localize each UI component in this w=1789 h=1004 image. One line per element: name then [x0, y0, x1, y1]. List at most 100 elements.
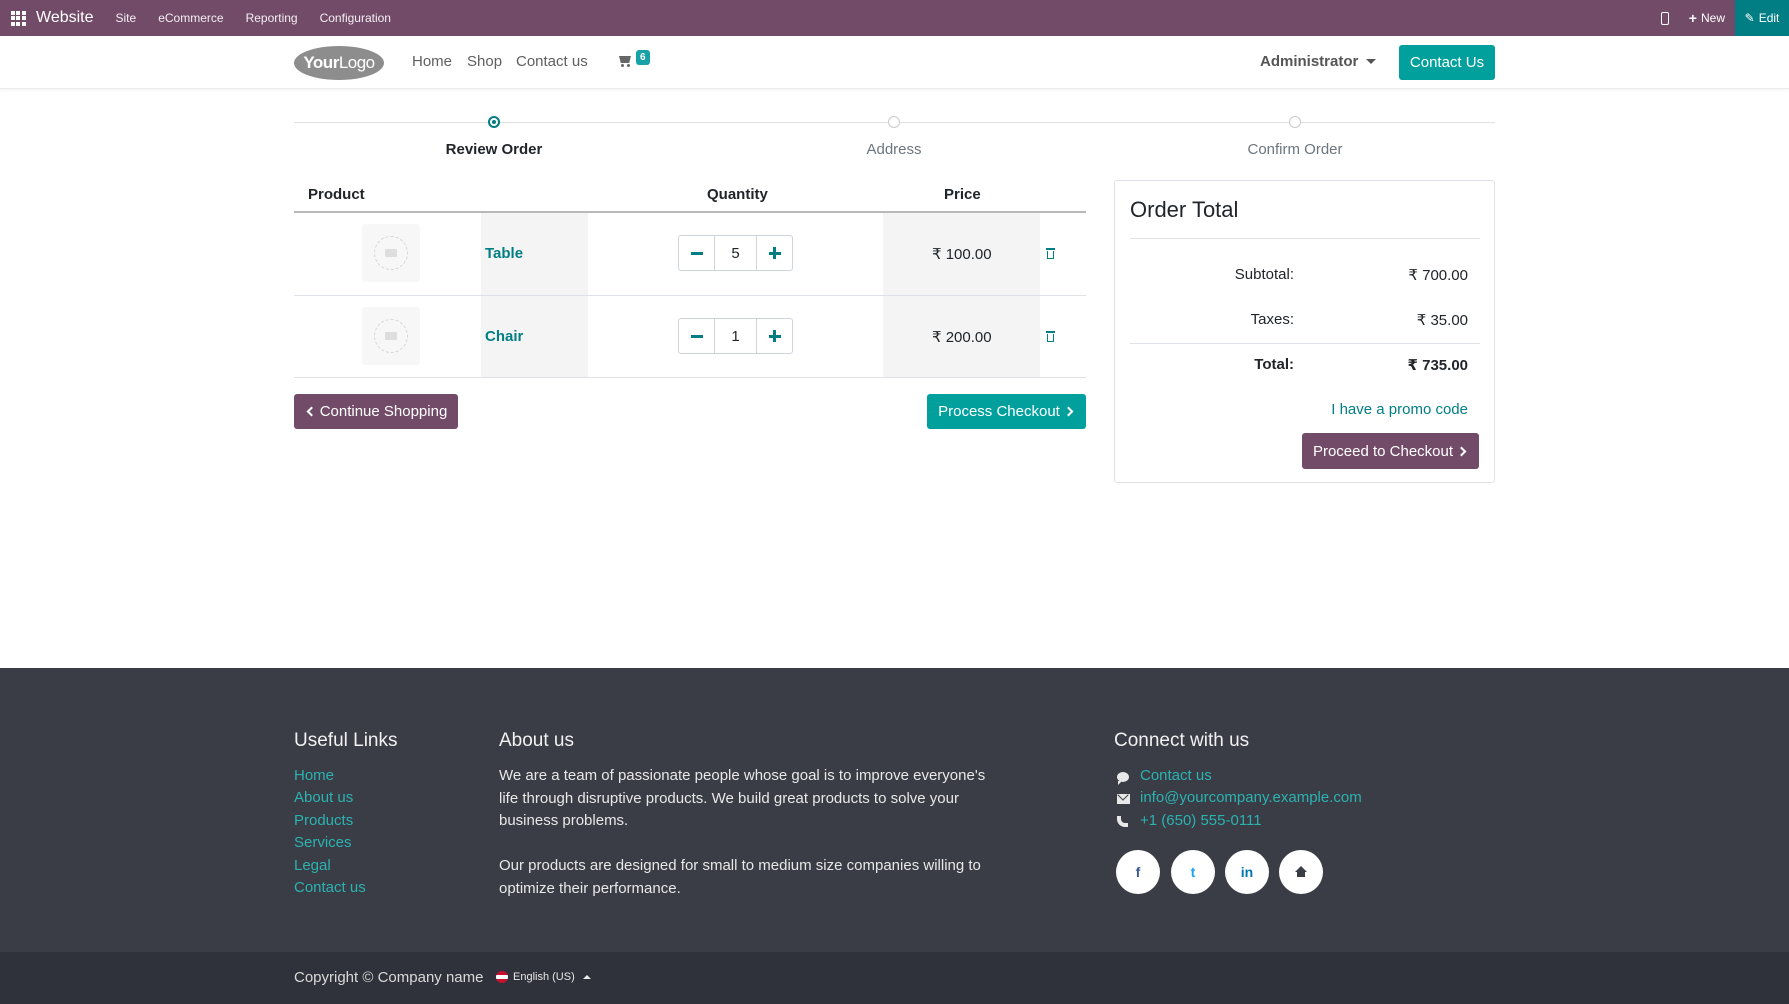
admin-navbar: Website Site eCommerce Reporting Configu… — [0, 0, 1789, 36]
admin-menu-configuration[interactable]: Configuration — [320, 11, 391, 25]
wizard-step-dot-address — [888, 116, 900, 128]
copyright-bar: Copyright © Company name English (US) — [0, 952, 1789, 1004]
quantity-input-table[interactable]: 5 — [715, 236, 756, 270]
plus-icon: + — [1688, 10, 1697, 26]
wizard-step-dot-confirm — [1289, 116, 1301, 128]
minus-icon — [690, 334, 703, 338]
increase-quantity-button[interactable] — [756, 319, 792, 353]
connect-phone-link[interactable]: +1 (650) 555-0111 — [1140, 812, 1262, 829]
envelope-icon — [1117, 794, 1131, 806]
nav-contact-us[interactable]: Contact us — [516, 53, 588, 70]
edit-button[interactable]: ✎ Edit — [1735, 0, 1789, 36]
total-label: Total: — [1254, 356, 1294, 373]
trash-icon[interactable] — [1046, 248, 1055, 259]
continue-shopping-label: Continue Shopping — [319, 403, 448, 420]
decrease-quantity-button[interactable] — [679, 236, 715, 270]
nav-shop[interactable]: Shop — [467, 53, 502, 70]
product-image-table[interactable] — [362, 224, 420, 282]
taxes-value: ₹ 35.00 — [1416, 312, 1468, 329]
quantity-stepper-table: 5 — [678, 235, 793, 271]
admin-menu-reporting[interactable]: Reporting — [246, 11, 298, 25]
us-flag-icon — [496, 971, 508, 983]
wizard-step-address: Address — [866, 141, 922, 158]
quantity-input-chair[interactable]: 1 — [715, 319, 756, 353]
minus-icon — [690, 251, 703, 255]
admin-menu-site[interactable]: Site — [116, 11, 137, 25]
apps-menu-icon[interactable] — [0, 0, 36, 36]
row-divider — [294, 377, 1086, 378]
promo-code-link[interactable]: I have a promo code — [1331, 401, 1468, 418]
plus-icon — [768, 330, 781, 342]
product-image-chair[interactable] — [362, 307, 420, 365]
subtotal-label: Subtotal: — [1234, 266, 1294, 283]
about-us-title: About us — [499, 730, 574, 751]
product-name-table[interactable]: Table — [485, 245, 523, 262]
total-value: ₹ 735.00 — [1407, 357, 1468, 374]
product-name-chair[interactable]: Chair — [485, 328, 523, 345]
shopping-cart-icon — [617, 54, 633, 68]
wizard-step-dot-review — [488, 116, 500, 128]
twitter-icon[interactable]: t — [1171, 850, 1215, 894]
cart-count-badge: 6 — [636, 50, 650, 65]
footer-link-about-us[interactable]: About us — [294, 789, 353, 806]
connect-title: Connect with us — [1114, 730, 1250, 751]
about-us-paragraph-2: Our products are designed for small to m… — [499, 857, 981, 897]
site-header: Your Logo Home Shop Contact us Administra… — [0, 36, 1789, 89]
column-header-product: Product — [308, 186, 365, 203]
pencil-icon: ✎ — [1744, 11, 1755, 25]
connect-contact-us-link[interactable]: Contact us — [1140, 767, 1212, 784]
process-checkout-label: Process Checkout — [938, 403, 1060, 420]
contact-us-button[interactable]: Contact Us — [1399, 45, 1495, 80]
trash-icon[interactable] — [1046, 331, 1055, 342]
new-button-label: New — [1700, 11, 1725, 25]
continue-shopping-button[interactable]: Continue Shopping — [294, 394, 458, 429]
row-divider — [294, 295, 1086, 296]
line-price-table: ₹ 100.00 — [932, 246, 992, 263]
increase-quantity-button[interactable] — [756, 236, 792, 270]
facebook-icon[interactable]: f — [1116, 850, 1160, 894]
new-button[interactable]: + New — [1689, 10, 1725, 26]
process-checkout-button[interactable]: Process Checkout — [927, 394, 1086, 429]
column-header-quantity: Quantity — [707, 186, 768, 203]
column-header-price: Price — [944, 186, 981, 203]
wizard-step-review-order: Review Order — [445, 141, 543, 158]
footer-link-legal[interactable]: Legal — [294, 857, 331, 874]
useful-links-title: Useful Links — [294, 730, 398, 751]
footer-link-home[interactable]: Home — [294, 767, 334, 784]
proceed-to-checkout-label: Proceed to Checkout — [1312, 442, 1454, 460]
cart-link[interactable] — [617, 54, 633, 68]
taxes-label: Taxes: — [1250, 311, 1294, 328]
language-label: English (US) — [513, 971, 575, 983]
decrease-quantity-button[interactable] — [679, 319, 715, 353]
logo-text-bold: Your — [303, 53, 339, 72]
site-logo[interactable]: Your Logo — [294, 46, 384, 80]
edit-button-label: Edit — [1758, 11, 1780, 25]
nav-home[interactable]: Home — [412, 53, 452, 70]
home-icon[interactable] — [1279, 850, 1323, 894]
chevron-right-icon — [1063, 406, 1074, 417]
connect-email-link[interactable]: info@yourcompany.example.com — [1140, 789, 1362, 806]
comment-icon — [1117, 772, 1131, 785]
quantity-stepper-chair: 1 — [678, 318, 793, 354]
card-divider — [1130, 238, 1480, 239]
caret-down-icon — [1366, 59, 1377, 64]
card-divider — [1130, 343, 1480, 344]
about-us-paragraph-1: We are a team of passionate people whose… — [499, 767, 986, 829]
order-total-title: Order Total — [1130, 197, 1239, 222]
mobile-preview-icon[interactable] — [1660, 11, 1669, 25]
user-dropdown[interactable]: Administrator — [1260, 53, 1377, 70]
footer-link-services[interactable]: Services — [294, 834, 352, 851]
admin-brand[interactable]: Website — [36, 9, 94, 27]
phone-icon — [1117, 816, 1131, 828]
copyright-text: Copyright © Company name — [294, 969, 484, 986]
chevron-right-icon — [1456, 446, 1467, 456]
site-footer: Useful Links Home About us Products Serv… — [0, 668, 1789, 952]
admin-menu-ecommerce[interactable]: eCommerce — [158, 11, 223, 25]
linkedin-icon[interactable]: in — [1225, 850, 1269, 894]
footer-link-contact-us[interactable]: Contact us — [294, 879, 366, 896]
language-selector[interactable]: English (US) — [496, 971, 591, 983]
caret-up-icon — [582, 975, 591, 979]
footer-link-products[interactable]: Products — [294, 812, 353, 829]
order-total-card: Order Total Subtotal: ₹ 700.00 Taxes: ₹ … — [1114, 180, 1495, 483]
proceed-to-checkout-button[interactable]: Proceed to Checkout — [1302, 433, 1479, 469]
